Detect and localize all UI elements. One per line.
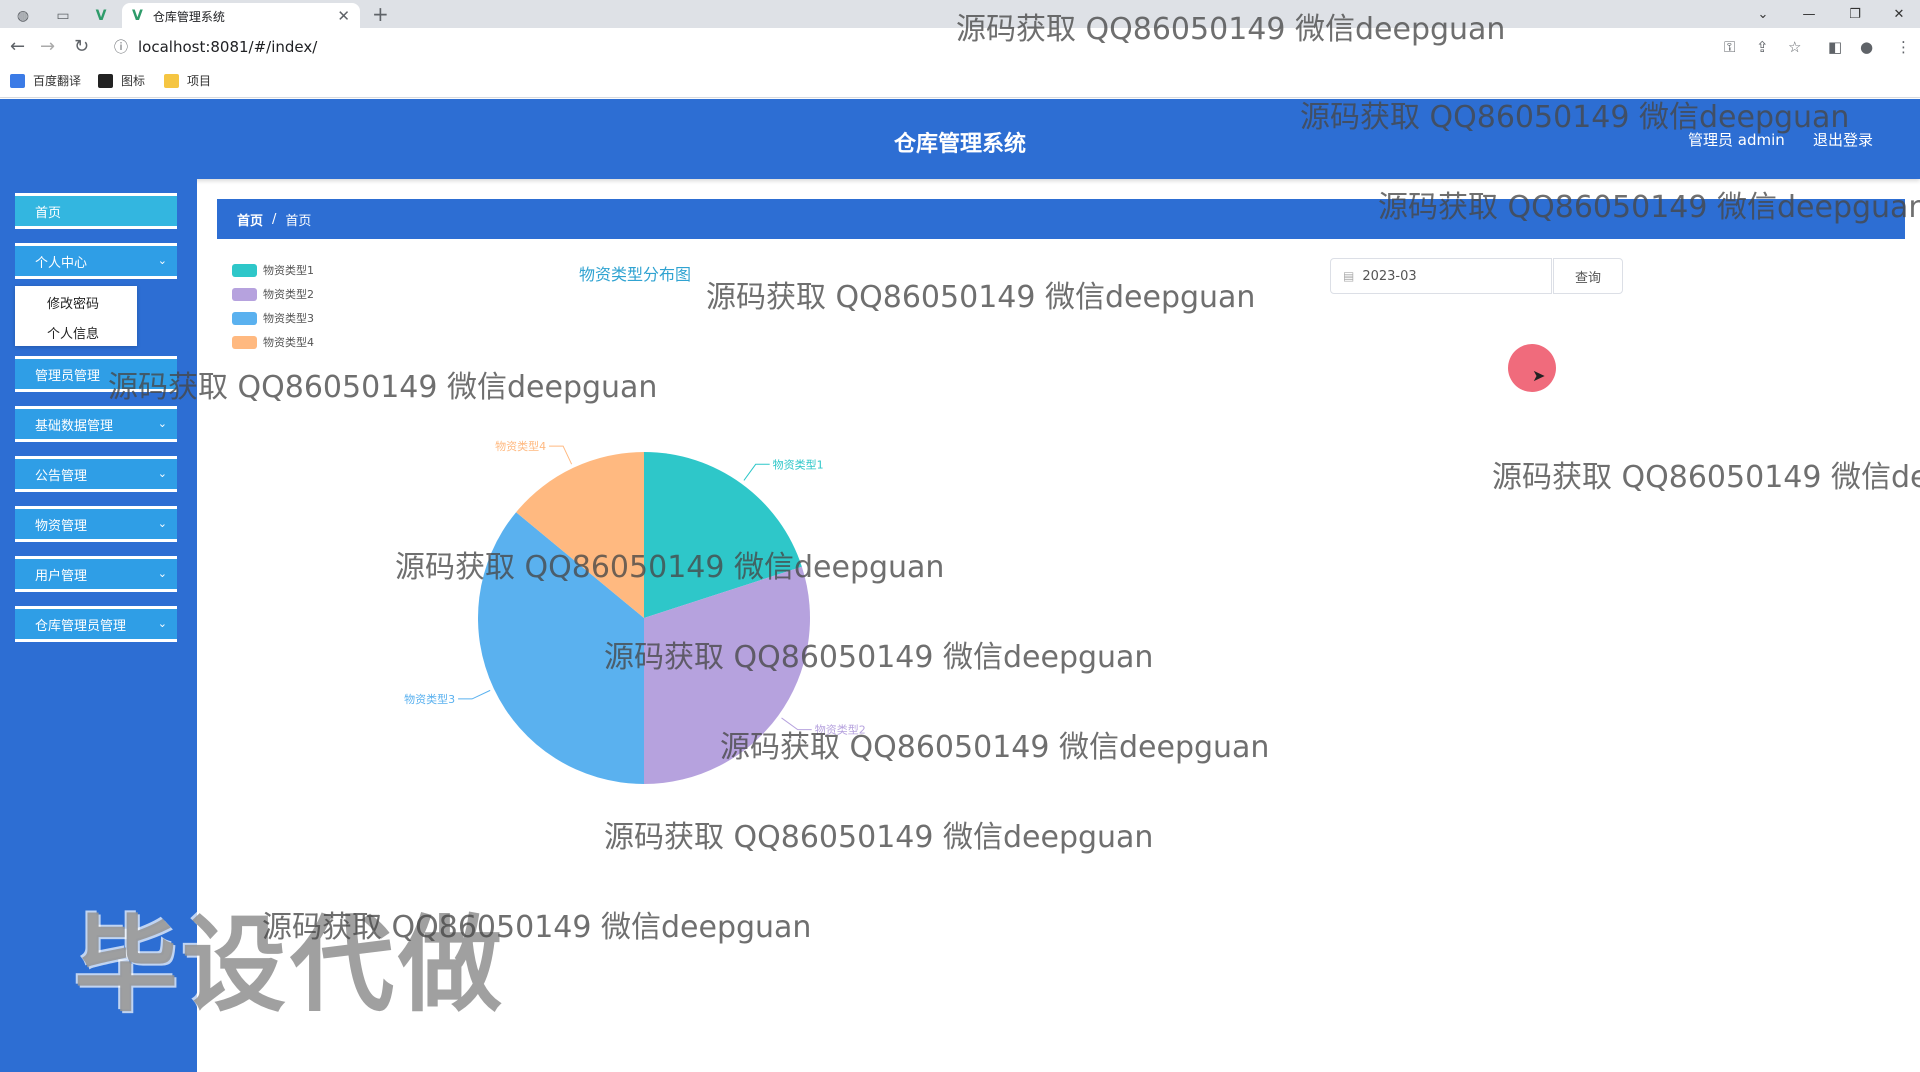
iconfont-icon	[98, 73, 113, 88]
chevron-down-icon: ⌄	[157, 517, 167, 530]
breadcrumb: 首页 / 首页	[217, 199, 1905, 239]
bookmark-baidu-translate[interactable]: 百度翻译	[10, 72, 81, 89]
legend-label: 物资类型4	[263, 336, 314, 349]
sidebar-item-users[interactable]: 用户管理 ⌄	[15, 556, 177, 592]
bookmark-star-icon[interactable]: ☆	[1788, 38, 1801, 56]
breadcrumb-home[interactable]: 首页	[237, 210, 263, 229]
pie-slice-label: 物资类型1	[773, 457, 824, 471]
blank-tab-icon[interactable]: ▭	[46, 4, 80, 28]
chevron-down-icon: ⌄	[157, 567, 167, 580]
forward-arrow-icon[interactable]: →	[40, 36, 55, 57]
sidebar-item-materials[interactable]: 物资管理 ⌄	[15, 506, 177, 542]
side-panel-icon[interactable]: ◧	[1828, 38, 1842, 56]
legend-swatch	[232, 311, 257, 325]
bookmark-icons[interactable]: 图标	[98, 72, 145, 89]
share-icon[interactable]: ⇪	[1756, 38, 1769, 56]
month-picker[interactable]: ▤ 2023-03	[1330, 258, 1552, 294]
active-tab[interactable]: V 仓库管理系统 ✕	[122, 3, 360, 29]
sidebar-item-personal-center[interactable]: 个人中心 ⌄	[15, 243, 177, 279]
key-icon[interactable]: ⚿	[1724, 38, 1735, 56]
legend-item[interactable]: 物资类型1	[232, 262, 314, 278]
sidebar-item-admin-management[interactable]: 管理员管理	[15, 356, 177, 392]
back-arrow-icon[interactable]: ←	[10, 36, 25, 57]
pie-label-line	[781, 717, 812, 731]
watermark: 源码获取 QQ86050149 微信deepguan	[706, 280, 1256, 315]
vue-logo-icon: V	[132, 8, 143, 24]
query-button[interactable]: 查询	[1553, 258, 1623, 294]
pie-label-line	[743, 463, 770, 481]
profile-icon[interactable]: ●	[1860, 38, 1873, 56]
chevron-down-icon: ⌄	[157, 417, 167, 430]
breadcrumb-current: 首页	[285, 213, 312, 229]
sidebar-item-base-data[interactable]: 基础数据管理 ⌄	[15, 406, 177, 442]
legend-item[interactable]: 物资类型3	[232, 310, 314, 326]
browser-tab-bar: ◍ ▭ V V 仓库管理系统 ✕ + ⌄ — ❐ ✕	[0, 0, 1920, 29]
personal-center-submenu: 修改密码 个人信息	[15, 286, 137, 346]
legend-swatch	[232, 335, 257, 349]
tab-title: 仓库管理系统	[152, 9, 225, 24]
legend-swatch	[232, 287, 257, 301]
close-tab-icon[interactable]: ✕	[337, 7, 350, 25]
minimize-button[interactable]: —	[1786, 0, 1832, 28]
sidebar-item-home[interactable]: 首页	[15, 193, 177, 229]
legend-item[interactable]: 物资类型4	[232, 334, 314, 350]
pie-label-line	[549, 445, 573, 465]
breadcrumb-separator: /	[272, 211, 277, 227]
submenu-change-password[interactable]: 修改密码	[47, 293, 99, 312]
close-window-button[interactable]: ✕	[1876, 0, 1920, 28]
legend-item[interactable]: 物资类型2	[232, 286, 314, 302]
chevron-down-icon: ⌄	[157, 617, 167, 630]
chevron-down-icon: ⌄	[157, 254, 167, 267]
folder-icon	[164, 73, 179, 88]
pie-slice-label: 物资类型4	[495, 439, 546, 453]
watermark: 源码获取 QQ86050149 微信deepguan	[604, 820, 1154, 855]
pie-slice-label: 物资类型2	[815, 723, 866, 737]
legend-label: 物资类型1	[263, 264, 314, 277]
url-field[interactable]: localhost:8081/#/index/	[138, 38, 317, 56]
reload-icon[interactable]: ↻	[74, 36, 89, 57]
pie-label-line	[458, 689, 491, 700]
calendar-icon: ▤	[1343, 269, 1355, 283]
bookmarks-bar	[0, 68, 1920, 98]
legend-label: 物资类型2	[263, 288, 314, 301]
restore-button[interactable]: ❐	[1832, 0, 1878, 28]
sidebar-item-notice[interactable]: 公告管理 ⌄	[15, 456, 177, 492]
sidebar-item-warehouse-admin[interactable]: 仓库管理员管理 ⌄	[15, 606, 177, 642]
tab-search-icon[interactable]: ⌄	[1740, 0, 1786, 28]
submenu-personal-info[interactable]: 个人信息	[47, 323, 99, 342]
translate-icon	[10, 73, 25, 88]
mouse-cursor-icon: ➤	[1532, 366, 1546, 385]
vue-tab-icon[interactable]: V	[84, 4, 118, 28]
chart-title: 物资类型分布图	[579, 265, 692, 284]
current-user: 管理员 admin	[1688, 131, 1785, 149]
app-title: 仓库管理系统	[893, 132, 1026, 157]
site-info-icon[interactable]: ⓘ	[114, 37, 128, 57]
month-picker-value: 2023-03	[1362, 268, 1417, 284]
logout-link[interactable]: 退出登录	[1813, 129, 1873, 150]
chrome-icon[interactable]: ◍	[6, 4, 40, 28]
legend-swatch	[232, 263, 257, 277]
pie-chart: 物资类型1 物资类型2 物资类型3 物资类型4	[404, 439, 866, 784]
chevron-down-icon: ⌄	[157, 467, 167, 480]
new-tab-button[interactable]: +	[372, 2, 389, 26]
watermark: 源码获取 QQ86050149 微信deepguan	[262, 910, 812, 945]
pie-slice-label: 物资类型3	[404, 692, 455, 706]
bookmark-project[interactable]: 项目	[164, 72, 211, 89]
menu-kebab-icon[interactable]: ⋮	[1896, 38, 1911, 56]
watermark: 源码获取 QQ86050149 微信deepguan	[1492, 460, 1920, 495]
legend-label: 物资类型3	[263, 312, 314, 325]
